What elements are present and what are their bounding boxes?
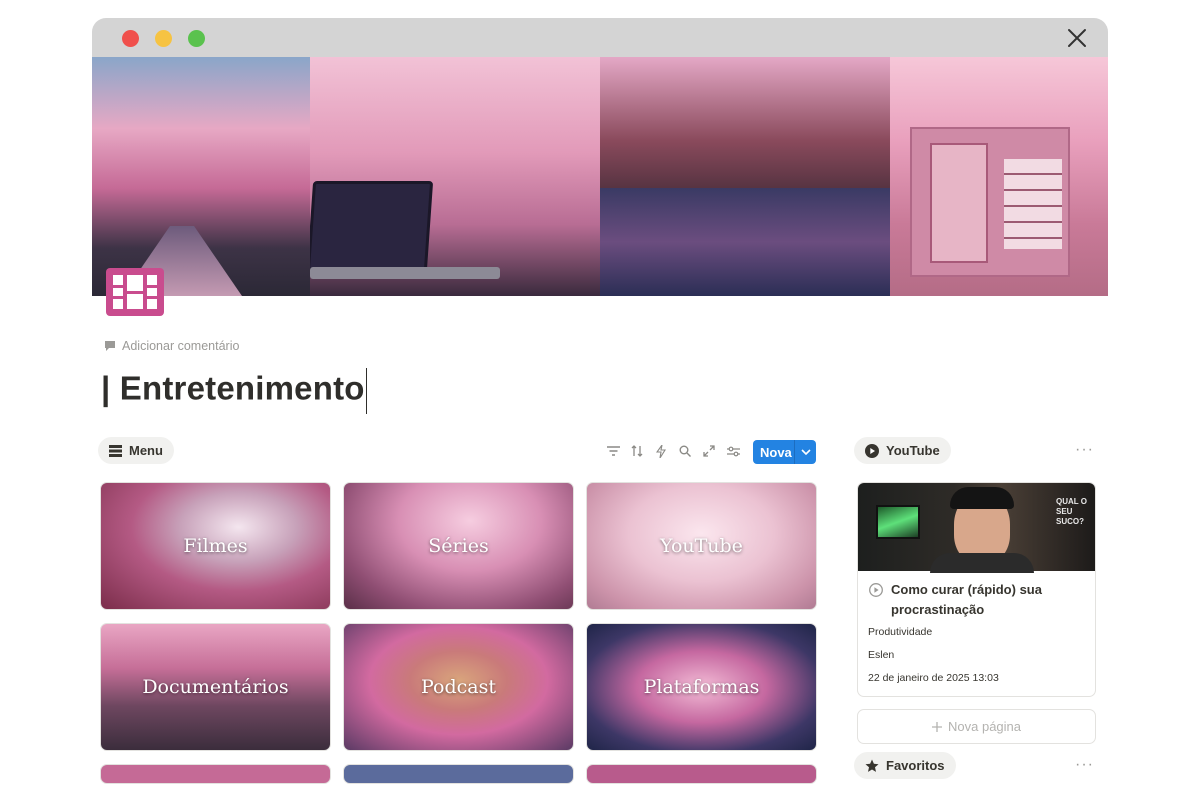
text-caret (365, 368, 367, 414)
add-comment-button[interactable]: Adicionar comentário (104, 339, 239, 353)
gallery-card-podcast[interactable]: Podcast (343, 623, 574, 751)
expand-icon[interactable] (701, 440, 717, 462)
card-label: Documentários (142, 676, 289, 698)
filter-icon[interactable] (605, 440, 621, 462)
close-window-button[interactable] (122, 30, 139, 47)
automation-icon[interactable] (653, 440, 669, 462)
app-window: Adicionar comentário | Entretenimento Me… (92, 18, 1108, 801)
favorites-label: Favoritos (886, 758, 945, 773)
close-icon[interactable] (1066, 27, 1088, 49)
star-icon (865, 759, 879, 772)
card-label: Plataformas (643, 676, 760, 698)
comment-icon (105, 341, 115, 351)
video-title: Como curar (rápido) sua procrastinação (869, 580, 1089, 620)
page-title[interactable]: | Entretenimento (101, 368, 367, 414)
settings-sliders-icon[interactable] (725, 440, 741, 462)
more-options-icon[interactable]: ··· (1075, 756, 1094, 774)
favorites-view-tab[interactable]: Favoritos (854, 752, 956, 779)
title-bar (92, 18, 1108, 57)
video-card[interactable]: QUAL O SEU SUCO? Como curar (rápido) sua… (857, 482, 1096, 697)
play-circle-icon (869, 583, 883, 597)
cover-panel-canal (600, 57, 890, 296)
sort-icon[interactable] (629, 440, 645, 462)
video-thumbnail: QUAL O SEU SUCO? (858, 483, 1095, 573)
new-entry-label: Nova (760, 444, 792, 460)
video-category: Produtividade (868, 626, 933, 638)
menu-view-tab[interactable]: Menu (98, 437, 174, 464)
cover-panel-laptop (310, 57, 600, 296)
new-page-button[interactable]: Nova página (857, 709, 1096, 744)
gallery-card-partial[interactable] (343, 764, 574, 784)
list-icon (109, 444, 122, 457)
gallery-card-youtube[interactable]: YouTube (586, 482, 817, 610)
more-options-icon[interactable]: ··· (1075, 441, 1094, 459)
youtube-view-tab[interactable]: YouTube (854, 437, 951, 464)
chevron-down-icon[interactable] (795, 449, 816, 455)
film-icon[interactable] (106, 268, 164, 316)
cover-image (92, 57, 1108, 296)
new-entry-button[interactable]: Nova (753, 440, 816, 464)
play-circle-icon (865, 443, 879, 458)
menu-label: Menu (129, 443, 163, 458)
search-icon[interactable] (677, 440, 693, 462)
youtube-view-label: YouTube (886, 443, 940, 458)
card-label: Filmes (183, 535, 248, 557)
gallery-card-partial[interactable] (100, 764, 331, 784)
maximize-window-button[interactable] (188, 30, 205, 47)
cover-panel-shop (890, 57, 1108, 296)
minimize-window-button[interactable] (155, 30, 172, 47)
gallery-card-partial[interactable] (586, 764, 817, 784)
database-toolbar (605, 440, 741, 462)
plus-icon (932, 721, 942, 732)
card-label: Podcast (421, 676, 496, 698)
thumbnail-sign-text: QUAL O SEU SUCO? (1056, 497, 1087, 526)
add-comment-label: Adicionar comentário (122, 339, 240, 353)
cover-panel-street (92, 57, 310, 296)
gallery-card-documentarios[interactable]: Documentários (100, 623, 331, 751)
gallery-card-series[interactable]: Séries (343, 482, 574, 610)
card-label: Séries (428, 535, 489, 557)
card-label: YouTube (660, 535, 743, 557)
gallery-card-filmes[interactable]: Filmes (100, 482, 331, 610)
video-author: Eslen (868, 649, 895, 661)
gallery-card-plataformas[interactable]: Plataformas (586, 623, 817, 751)
video-date: 22 de janeiro de 2025 13:03 (868, 672, 999, 684)
new-page-label: Nova página (948, 719, 1021, 734)
